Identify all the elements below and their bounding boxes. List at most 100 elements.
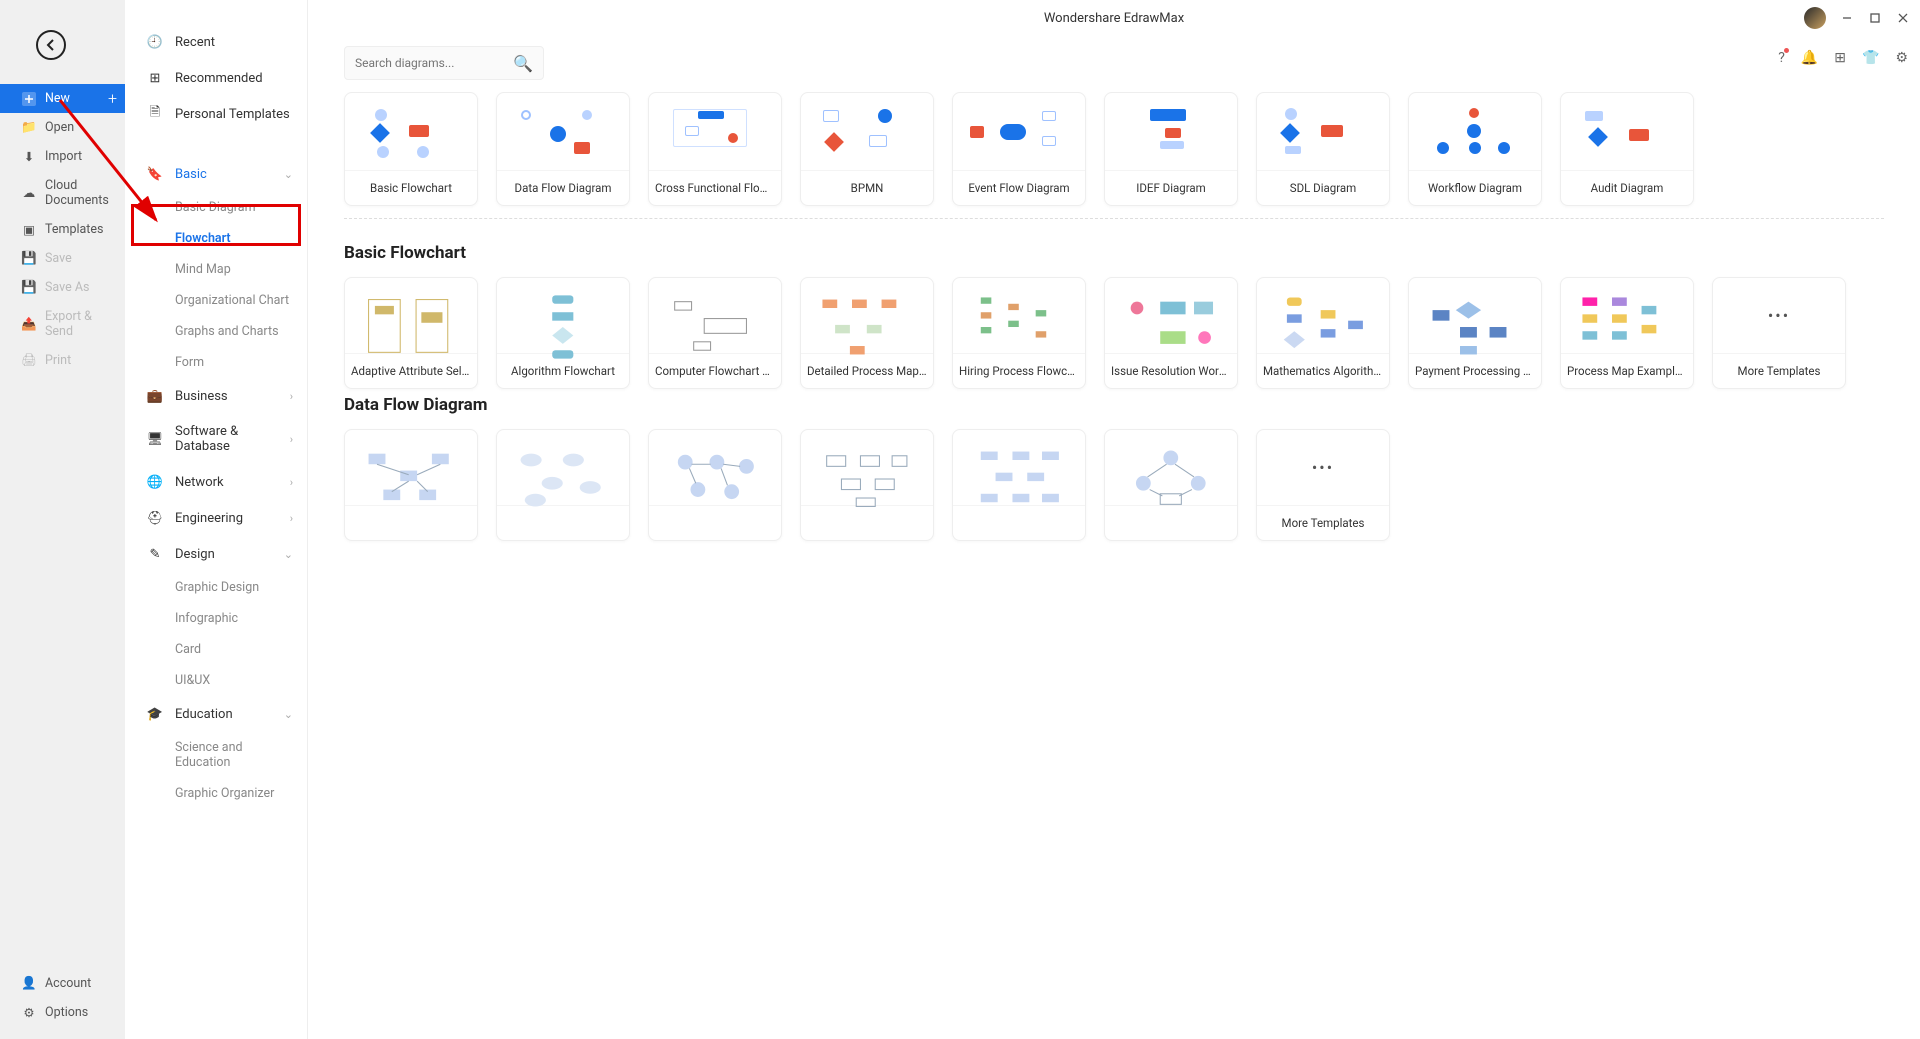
template-card-sdl[interactable]: SDL Diagram [1256, 92, 1390, 206]
cat-recommended[interactable]: ⊞Recommended [125, 60, 307, 96]
template-card[interactable] [1104, 429, 1238, 541]
cat-basic[interactable]: 🔖Basic⌄ [125, 156, 307, 192]
sub-graphic-design[interactable]: Graphic Design [125, 572, 307, 603]
template-card[interactable]: Algorithm Flowchart [496, 277, 630, 389]
template-card[interactable] [648, 429, 782, 541]
template-label: Workflow Diagram [1409, 171, 1541, 205]
template-card[interactable] [496, 429, 630, 541]
template-card[interactable] [344, 429, 478, 541]
minimize-button[interactable] [1840, 11, 1854, 25]
nav-label: Save As [45, 280, 89, 295]
template-card[interactable]: Hiring Process Flowchart [952, 277, 1086, 389]
sub-basic-diagram[interactable]: Basic Diagram [125, 192, 307, 223]
cat-software[interactable]: 🖥Software & Database› [125, 414, 307, 464]
app-title: Wondershare EdrawMax [1044, 11, 1184, 26]
template-card[interactable] [952, 429, 1086, 541]
briefcase-icon: 💼 [147, 388, 163, 404]
diagram-type-grid: Basic Flowchart Data Flow Diagram [344, 92, 1884, 206]
template-card-basic-flowchart[interactable]: Basic Flowchart [344, 92, 478, 206]
sub-graphs[interactable]: Graphs and Charts [125, 316, 307, 347]
template-card[interactable]: Mathematics Algorithm Fl... [1256, 277, 1390, 389]
nav-label: Save [45, 251, 72, 266]
primary-sidebar: New + 📁 Open ⬇ Import ☁ Cloud Documents … [0, 0, 125, 1039]
template-thumb [1105, 430, 1237, 506]
nav-new[interactable]: New + [0, 84, 125, 113]
nav-account[interactable]: 👤 Account [0, 969, 125, 998]
cat-design[interactable]: ✎Design⌄ [125, 536, 307, 572]
template-card[interactable] [800, 429, 934, 541]
sub-infographic[interactable]: Infographic [125, 603, 307, 634]
cloud-icon: ☁ [22, 186, 36, 200]
template-card-bpmn[interactable]: BPMN [800, 92, 934, 206]
template-card[interactable]: Adaptive Attribute Selectio... [344, 277, 478, 389]
cat-education[interactable]: 🎓Education⌄ [125, 696, 307, 732]
cat-recent[interactable]: 🕘Recent [125, 24, 307, 60]
network-icon: 🌐 [147, 474, 163, 490]
sub-uiux[interactable]: UI&UX [125, 665, 307, 696]
template-card-idef[interactable]: IDEF Diagram [1104, 92, 1238, 206]
template-card-event-flow[interactable]: Event Flow Diagram [952, 92, 1086, 206]
template-card[interactable]: Computer Flowchart Temp... [648, 277, 782, 389]
template-card[interactable]: Issue Resolution Workflow ... [1104, 277, 1238, 389]
template-thumb [649, 430, 781, 506]
more-templates-card[interactable]: •••More Templates [1256, 429, 1390, 541]
template-card-workflow[interactable]: Workflow Diagram [1408, 92, 1542, 206]
template-thumb [953, 430, 1085, 506]
cat-network[interactable]: 🌐Network› [125, 464, 307, 500]
nav-label: Import [45, 149, 82, 164]
cat-label: Engineering [175, 511, 243, 526]
maximize-button[interactable] [1868, 11, 1882, 25]
template-thumb [801, 278, 933, 354]
sub-flowchart[interactable]: Flowchart [125, 223, 307, 254]
cat-label: Business [175, 389, 228, 404]
sub-science[interactable]: Science and Education [125, 732, 307, 778]
template-thumb [1105, 278, 1237, 354]
plus-square-icon [22, 92, 36, 106]
template-card-audit[interactable]: Audit Diagram [1560, 92, 1694, 206]
template-card[interactable]: Process Map Examples Te... [1560, 277, 1694, 389]
search-box[interactable]: 🔍 [344, 46, 544, 80]
user-avatar[interactable] [1804, 7, 1826, 29]
cat-label: Design [175, 547, 215, 562]
cat-engineering[interactable]: ⛑Engineering› [125, 500, 307, 536]
template-label: More Templates [1713, 354, 1845, 388]
template-card[interactable]: Detailed Process Map Tem... [800, 277, 934, 389]
shirt-icon[interactable]: 👕 [1862, 50, 1879, 66]
bell-icon[interactable]: 🔔 [1801, 50, 1818, 66]
close-button[interactable] [1896, 11, 1910, 25]
template-card-cross-functional[interactable]: Cross Functional Flow... [648, 92, 782, 206]
template-card-data-flow[interactable]: Data Flow Diagram [496, 92, 630, 206]
more-icon: ••• [1713, 278, 1845, 354]
arrow-left-icon [43, 37, 59, 53]
sub-organizer[interactable]: Graphic Organizer [125, 778, 307, 809]
nav-open[interactable]: 📁 Open [0, 113, 125, 142]
nav-cloud[interactable]: ☁ Cloud Documents [0, 171, 125, 215]
sub-orgchart[interactable]: Organizational Chart [125, 285, 307, 316]
sub-form[interactable]: Form [125, 347, 307, 378]
nav-options[interactable]: ⚙ Options [0, 998, 125, 1027]
grid-icon[interactable]: ⊞ [1834, 50, 1846, 66]
sub-mindmap[interactable]: Mind Map [125, 254, 307, 285]
template-label: Cross Functional Flow... [649, 171, 781, 205]
import-icon: ⬇ [22, 150, 36, 164]
content-scroll[interactable]: Basic Flowchart Data Flow Diagram [308, 92, 1920, 1039]
template-thumb [1561, 278, 1693, 354]
search-input[interactable] [355, 56, 513, 70]
settings-icon[interactable]: ⚙ [1895, 50, 1908, 66]
cat-business[interactable]: 💼Business› [125, 378, 307, 414]
cat-label: Recommended [175, 71, 263, 86]
sub-card[interactable]: Card [125, 634, 307, 665]
template-card[interactable]: Payment Processing Workf... [1408, 277, 1542, 389]
help-icon[interactable]: ? [1778, 50, 1785, 66]
template-thumb [497, 430, 629, 506]
more-templates-card[interactable]: •••More Templates [1712, 277, 1846, 389]
template-label: BPMN [801, 171, 933, 205]
nav-templates[interactable]: ▣ Templates [0, 215, 125, 244]
template-row-basic-flowchart: Adaptive Attribute Selectio... Algorithm… [344, 277, 1884, 389]
cat-personal[interactable]: 🗎Personal Templates [125, 96, 307, 132]
template-thumb [497, 278, 629, 354]
back-button[interactable] [36, 30, 66, 60]
nav-label: Templates [45, 222, 103, 237]
gear-icon: ⚙ [22, 1006, 36, 1020]
nav-import[interactable]: ⬇ Import [0, 142, 125, 171]
